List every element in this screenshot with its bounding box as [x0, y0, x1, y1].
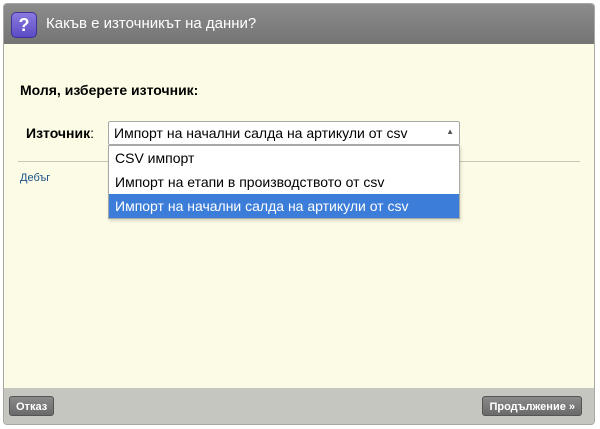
- source-select[interactable]: Импорт на начални салда на артикули от c…: [108, 121, 460, 145]
- question-icon: ?: [11, 12, 37, 38]
- debug-link[interactable]: Дебъг: [20, 172, 50, 184]
- source-label-text: Източник: [26, 125, 91, 141]
- source-prompt: Моля, изберете източник:: [20, 82, 199, 98]
- caret-up-icon: ▲: [446, 127, 454, 136]
- dropdown-option-production-stages-import[interactable]: Импорт на етапи в производството от csv: [109, 170, 459, 194]
- cancel-button[interactable]: Отказ: [9, 396, 55, 416]
- continue-button[interactable]: Продължение »: [482, 396, 582, 416]
- source-label-colon: :: [90, 125, 94, 141]
- source-select-value: Импорт на начални салда на артикули от c…: [114, 125, 408, 141]
- source-dialog: ? Какъв е източникът на данни? Моля, изб…: [3, 3, 595, 425]
- source-label: Източник:: [26, 125, 94, 141]
- dropdown-option-opening-balances-import[interactable]: Импорт на начални салда на артикули от c…: [109, 194, 459, 218]
- dialog-title: Какъв е източникът на данни?: [46, 15, 257, 32]
- dialog-footer: Отказ Продължение »: [4, 388, 594, 424]
- dropdown-option-csv-import[interactable]: CSV импорт: [109, 146, 459, 170]
- dialog-titlebar: ? Какъв е източникът на данни?: [4, 4, 594, 44]
- source-dropdown-list: CSV импорт Импорт на етапи в производств…: [108, 145, 460, 219]
